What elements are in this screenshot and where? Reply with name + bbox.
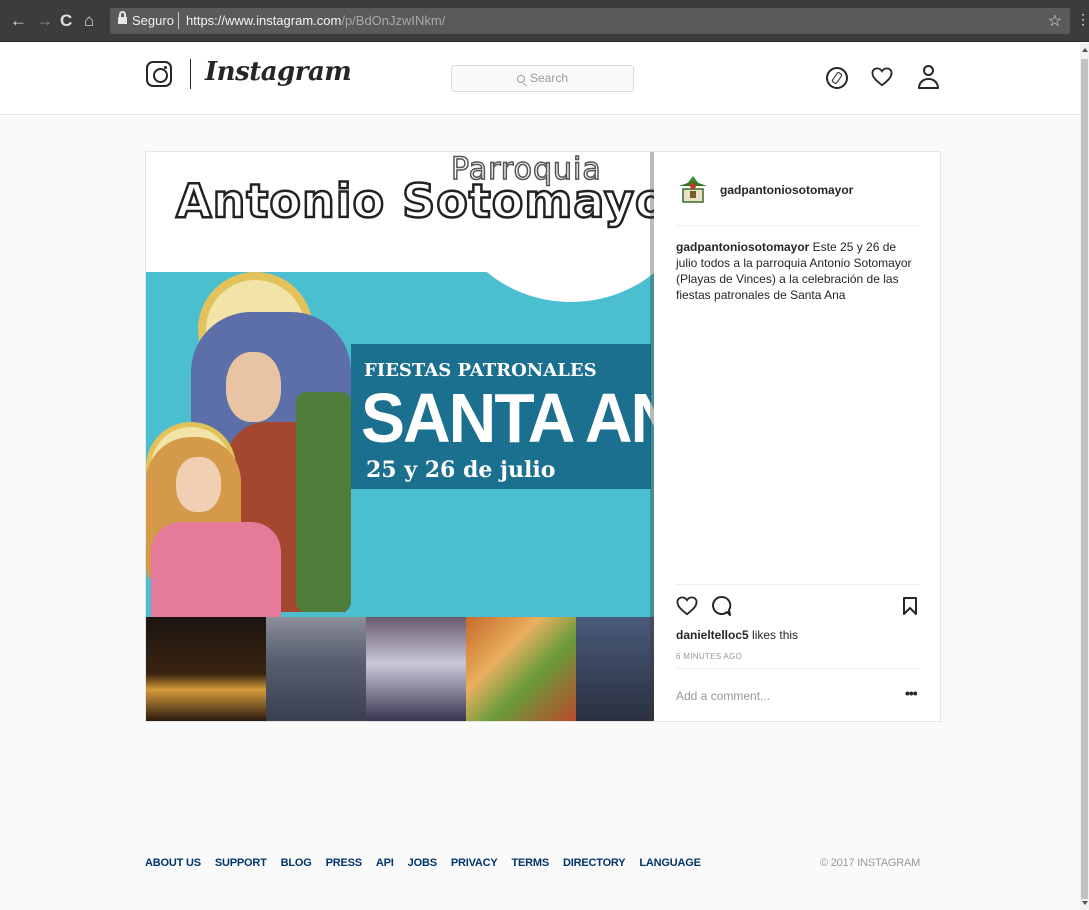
explore-compass-icon[interactable] bbox=[826, 67, 848, 89]
saint-face bbox=[226, 352, 281, 422]
address-bar[interactable]: Seguro https://www.instagram.com/p/BdOnJ… bbox=[110, 8, 1070, 34]
address-separator bbox=[178, 12, 179, 29]
back-arrow-icon[interactable]: ← bbox=[10, 12, 27, 30]
url-host: https://www.instagram.com bbox=[186, 13, 342, 28]
activity-heart-icon[interactable] bbox=[871, 67, 893, 87]
saint-green-mantle bbox=[296, 392, 351, 612]
lock-icon bbox=[118, 11, 127, 25]
search-placeholder: Search bbox=[529, 71, 569, 85]
comment-divider bbox=[676, 668, 920, 669]
likes-suffix: likes this bbox=[748, 628, 799, 642]
footer-link-press[interactable]: PRESS bbox=[326, 857, 362, 869]
browser-toolbar: ← → C ⌂ Seguro https://www.instagram.com… bbox=[0, 0, 1089, 42]
logo-divider bbox=[190, 59, 191, 89]
poster-santa-ana-text: SANTA ANA bbox=[361, 379, 654, 457]
scroll-down-arrow-icon[interactable] bbox=[1082, 901, 1088, 905]
url-path: /p/BdOnJzwINkm/ bbox=[341, 13, 446, 28]
footer-link-jobs[interactable]: JOBS bbox=[408, 857, 437, 869]
secure-label: Seguro bbox=[132, 13, 174, 28]
instagram-camera-icon[interactable] bbox=[146, 61, 172, 87]
instagram-header: Instagram Search bbox=[0, 43, 1080, 115]
search-input[interactable]: Search bbox=[451, 65, 634, 92]
strip-photo-food bbox=[466, 617, 576, 721]
footer-link-language[interactable]: LANGUAGE bbox=[639, 857, 701, 869]
avatar[interactable] bbox=[676, 172, 710, 206]
actions-divider bbox=[676, 584, 920, 585]
child-dress bbox=[151, 522, 281, 617]
caption-username[interactable]: gadpantoniosotomayor bbox=[676, 240, 809, 254]
bookmark-star-icon[interactable]: ☆ bbox=[1048, 11, 1062, 31]
child-face bbox=[176, 457, 221, 512]
footer-nav: ABOUT US SUPPORT BLOG PRESS API JOBS PRI… bbox=[145, 857, 701, 869]
header-divider bbox=[676, 225, 920, 226]
scroll-up-arrow-icon[interactable] bbox=[1082, 48, 1088, 52]
poster-date-text: 25 y 26 de julio bbox=[366, 457, 556, 483]
strip-photo-crowd-night bbox=[576, 617, 654, 721]
like-heart-icon[interactable] bbox=[676, 596, 698, 616]
poster-photo-strip bbox=[146, 617, 654, 721]
save-bookmark-icon[interactable] bbox=[902, 596, 918, 616]
post-sidebar: gadpantoniosotomayor gadpantoniosotomayo… bbox=[654, 152, 940, 721]
page-scrollbar[interactable] bbox=[1080, 43, 1089, 910]
footer-copyright: © 2017 INSTAGRAM bbox=[820, 857, 921, 869]
scrollbar-thumb[interactable] bbox=[1081, 59, 1088, 899]
post-card: Parroquia Antonio Sotomayor FIESTAS PATR… bbox=[145, 151, 941, 722]
footer-link-terms[interactable]: TERMS bbox=[512, 857, 550, 869]
search-icon bbox=[516, 75, 525, 83]
instagram-wordmark[interactable]: Instagram bbox=[205, 57, 352, 87]
footer-link-privacy[interactable]: PRIVACY bbox=[451, 857, 498, 869]
url-text[interactable]: https://www.instagram.com/p/BdOnJzwINkm/ bbox=[186, 13, 445, 28]
poster-title-text: Antonio Sotomayor bbox=[175, 173, 654, 230]
post-timestamp[interactable]: 6 MINUTES AGO bbox=[676, 652, 742, 661]
footer-link-about-us[interactable]: ABOUT US bbox=[145, 857, 201, 869]
footer-link-directory[interactable]: DIRECTORY bbox=[563, 857, 626, 869]
strip-photo-night-city bbox=[146, 617, 266, 721]
post-image[interactable]: Parroquia Antonio Sotomayor FIESTAS PATR… bbox=[146, 152, 654, 721]
likes-line: danieltelloc5 likes this bbox=[676, 628, 798, 642]
add-comment-input[interactable]: Add a comment... bbox=[676, 689, 770, 703]
comment-bubble-icon[interactable] bbox=[710, 595, 732, 617]
footer-link-api[interactable]: API bbox=[376, 857, 394, 869]
forward-arrow-icon[interactable]: → bbox=[36, 12, 53, 30]
home-icon[interactable]: ⌂ bbox=[84, 12, 94, 30]
footer-link-blog[interactable]: BLOG bbox=[281, 857, 312, 869]
more-options-icon[interactable]: ••• bbox=[905, 685, 918, 701]
likes-username[interactable]: danieltelloc5 bbox=[676, 628, 749, 642]
strip-photo-procession bbox=[366, 617, 466, 721]
browser-menu-icon[interactable]: ⋮ bbox=[1076, 11, 1089, 28]
post-caption: gadpantoniosotomayor Este 25 y 26 de jul… bbox=[676, 239, 920, 303]
footer-link-support[interactable]: SUPPORT bbox=[215, 857, 267, 869]
profile-user-icon[interactable] bbox=[918, 65, 940, 91]
strip-photo-crowd bbox=[266, 617, 366, 721]
reload-icon[interactable]: C bbox=[60, 12, 72, 30]
post-author-username[interactable]: gadpantoniosotomayor bbox=[720, 183, 853, 197]
